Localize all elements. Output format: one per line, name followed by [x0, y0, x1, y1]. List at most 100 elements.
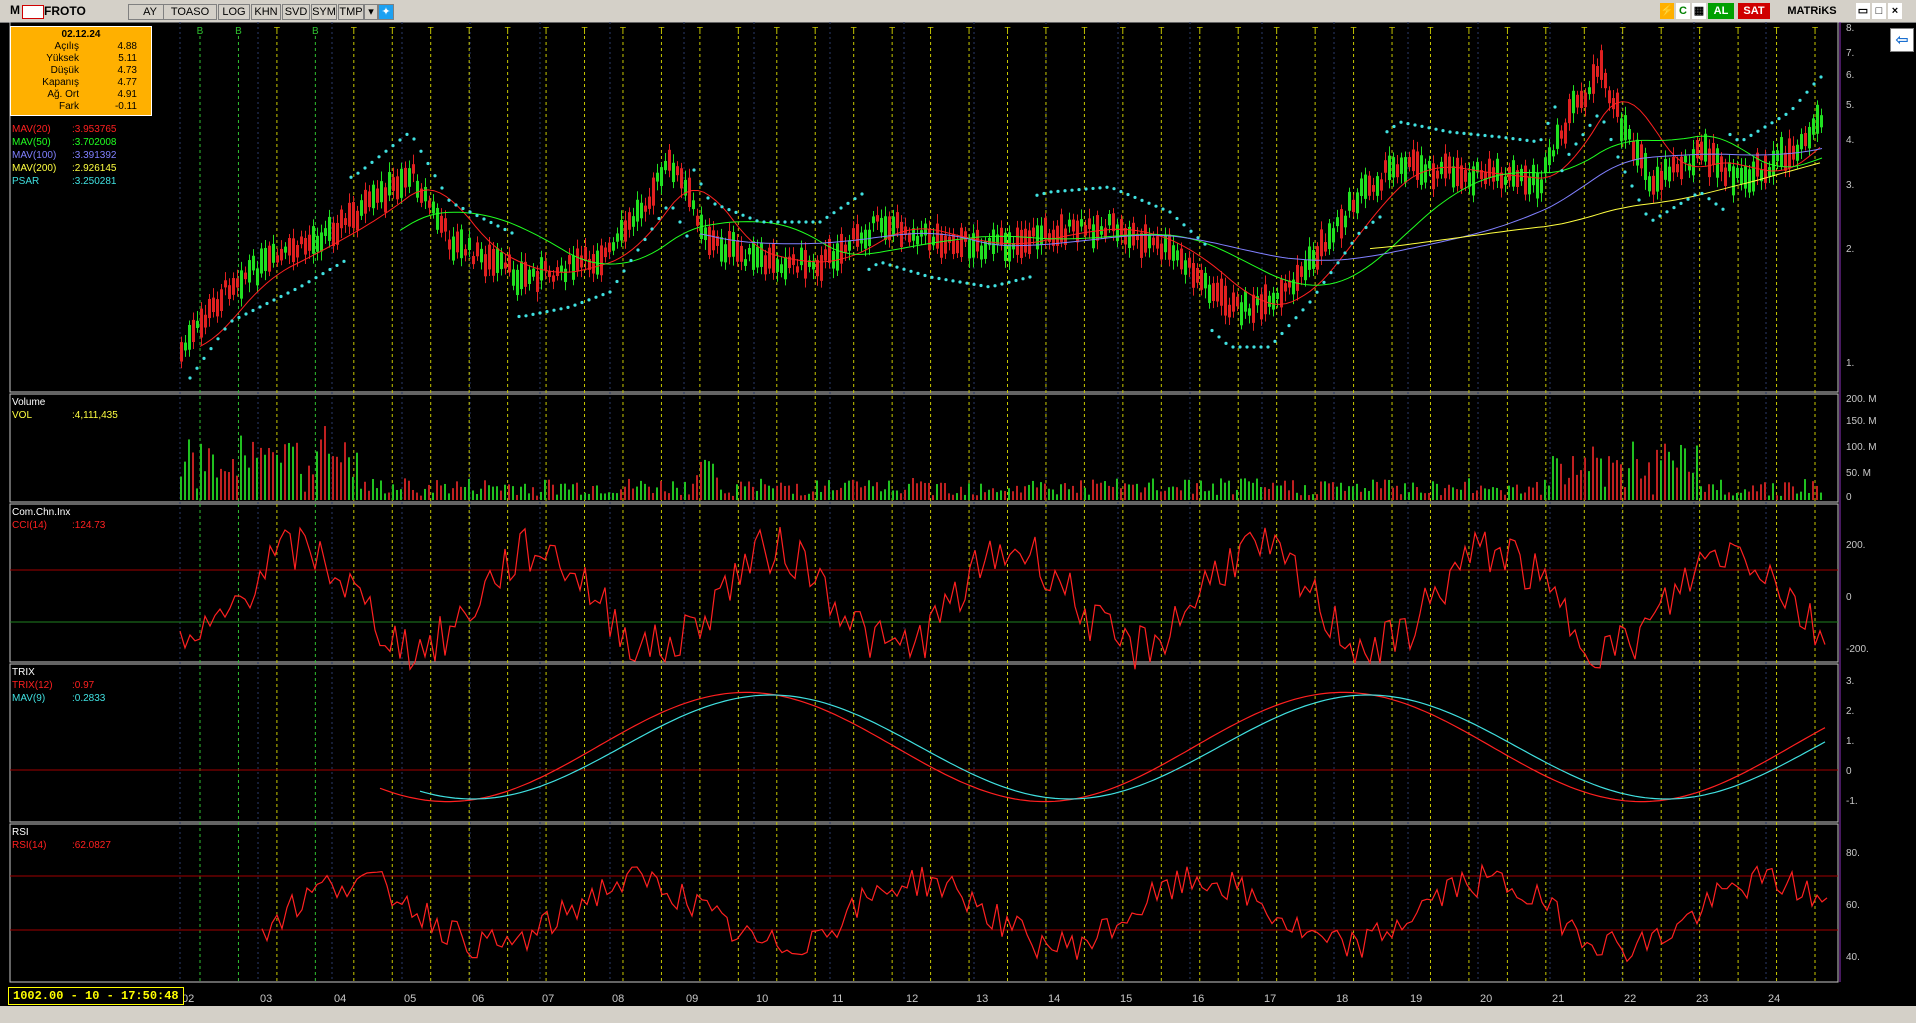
candle	[1348, 191, 1351, 211]
volume-bar	[1164, 490, 1166, 500]
volume-bar	[752, 486, 754, 500]
volume-bar	[1548, 485, 1550, 500]
candle	[492, 248, 495, 276]
psar-dot	[524, 314, 528, 318]
volume-bar	[760, 478, 762, 500]
psar-dot	[1196, 236, 1200, 240]
psar-dot	[1028, 275, 1032, 279]
volume-tick: 100. M	[1846, 442, 1877, 453]
volume-bar	[1220, 478, 1222, 500]
chevron-down-icon[interactable]: ▾	[364, 4, 378, 20]
rsi-legend: RSI RSI(14):62.0827	[12, 826, 111, 852]
button-log[interactable]: LOG	[218, 4, 250, 20]
psar-dot	[454, 203, 458, 207]
candle	[1400, 157, 1403, 174]
candle	[1200, 269, 1203, 290]
candle	[1092, 224, 1095, 249]
buy-button[interactable]: AL	[1708, 3, 1734, 19]
volume-bar	[1296, 492, 1298, 500]
cci-tick: 200.	[1846, 540, 1865, 551]
symbol-label[interactable]: FROTO	[44, 4, 86, 18]
button-svd[interactable]: SVD	[282, 4, 310, 20]
volume-bar	[668, 493, 670, 500]
candle	[1412, 149, 1415, 172]
candle	[952, 233, 955, 255]
volume-bar	[692, 483, 694, 500]
alert-icon[interactable]: ⚡	[1660, 3, 1674, 19]
candle	[340, 209, 343, 229]
volume-bar	[188, 439, 190, 500]
volume-bar	[180, 476, 182, 500]
volume-bar	[260, 447, 262, 500]
signal-label: T	[1158, 26, 1164, 37]
candle	[1180, 248, 1183, 270]
candle	[616, 233, 619, 242]
volume-bar	[1468, 478, 1470, 500]
price-legend: MAV(20):3.953765 MAV(50):3.702008 MAV(10…	[12, 123, 117, 188]
x-axis-label: 20	[1480, 993, 1492, 1005]
psar-dot	[1651, 218, 1655, 222]
candle	[1376, 176, 1379, 196]
button-toaso[interactable]: TOASO	[163, 4, 217, 20]
candle	[1692, 149, 1695, 176]
psar-dot	[251, 308, 255, 313]
volume-bar	[1812, 481, 1814, 500]
candle	[324, 228, 327, 236]
button-sym[interactable]: SYM	[311, 4, 337, 20]
candle	[1316, 246, 1319, 270]
psar-dot	[888, 263, 892, 267]
minimize-icon[interactable]: ▭	[1856, 3, 1870, 19]
volume-bar	[312, 474, 314, 500]
button-tmp[interactable]: TMP	[338, 4, 364, 20]
candle	[184, 342, 187, 351]
psar-dot	[314, 276, 318, 280]
chart-area[interactable]: B B T B T T T T T T T T T T T T T T T T T T T T T T T T T T T T T T T T T T T T…	[0, 22, 1916, 1006]
candle	[1496, 158, 1499, 181]
volume-bar	[1616, 460, 1618, 500]
candle	[648, 196, 651, 209]
arrow-left-icon[interactable]: ⇦	[1890, 28, 1914, 52]
psar-dot	[1686, 197, 1690, 201]
volume-bar	[1368, 490, 1370, 500]
button-khn[interactable]: KHN	[251, 4, 281, 20]
x-axis-label: 10	[756, 993, 768, 1005]
maximize-icon[interactable]: □	[1872, 3, 1886, 19]
volume-bar	[1500, 490, 1502, 500]
candle	[1076, 220, 1079, 243]
x-axis-label: 16	[1192, 993, 1204, 1005]
candle	[1332, 228, 1335, 243]
candle	[1428, 160, 1431, 169]
volume-bar	[1204, 491, 1206, 500]
candle	[644, 205, 647, 212]
candle	[568, 255, 571, 265]
volume-bar	[1520, 493, 1522, 500]
volume-bar	[1080, 480, 1082, 500]
candle	[1244, 291, 1247, 312]
candle	[1672, 156, 1675, 173]
psar-dot	[349, 175, 353, 179]
refresh-icon[interactable]: C	[1676, 3, 1690, 19]
sell-button[interactable]: SAT	[1738, 3, 1770, 19]
price-tick: 5.	[1846, 100, 1854, 111]
volume-bar	[492, 486, 494, 500]
volume-bar	[964, 494, 966, 500]
volume-bar	[548, 479, 550, 500]
candle	[1724, 167, 1727, 186]
candle	[1532, 164, 1535, 186]
price-panel	[9, 22, 1839, 393]
horizontal-scrollbar[interactable]	[0, 1006, 1916, 1023]
price-tick: 1.	[1846, 358, 1854, 369]
psar-dot	[1490, 134, 1494, 138]
candle	[308, 234, 311, 251]
grid-icon[interactable]: ▦	[1692, 3, 1706, 19]
volume-bar	[1568, 477, 1570, 500]
signal-label: T	[1504, 26, 1510, 37]
volume-bar	[1576, 474, 1578, 500]
volume-bar	[1272, 482, 1274, 500]
volume-bar	[1504, 494, 1506, 500]
candle	[892, 216, 895, 236]
twitter-icon[interactable]: ✦	[378, 4, 394, 20]
volume-bar	[1200, 480, 1202, 500]
volume-bar	[948, 493, 950, 500]
close-icon[interactable]: ×	[1888, 3, 1902, 19]
